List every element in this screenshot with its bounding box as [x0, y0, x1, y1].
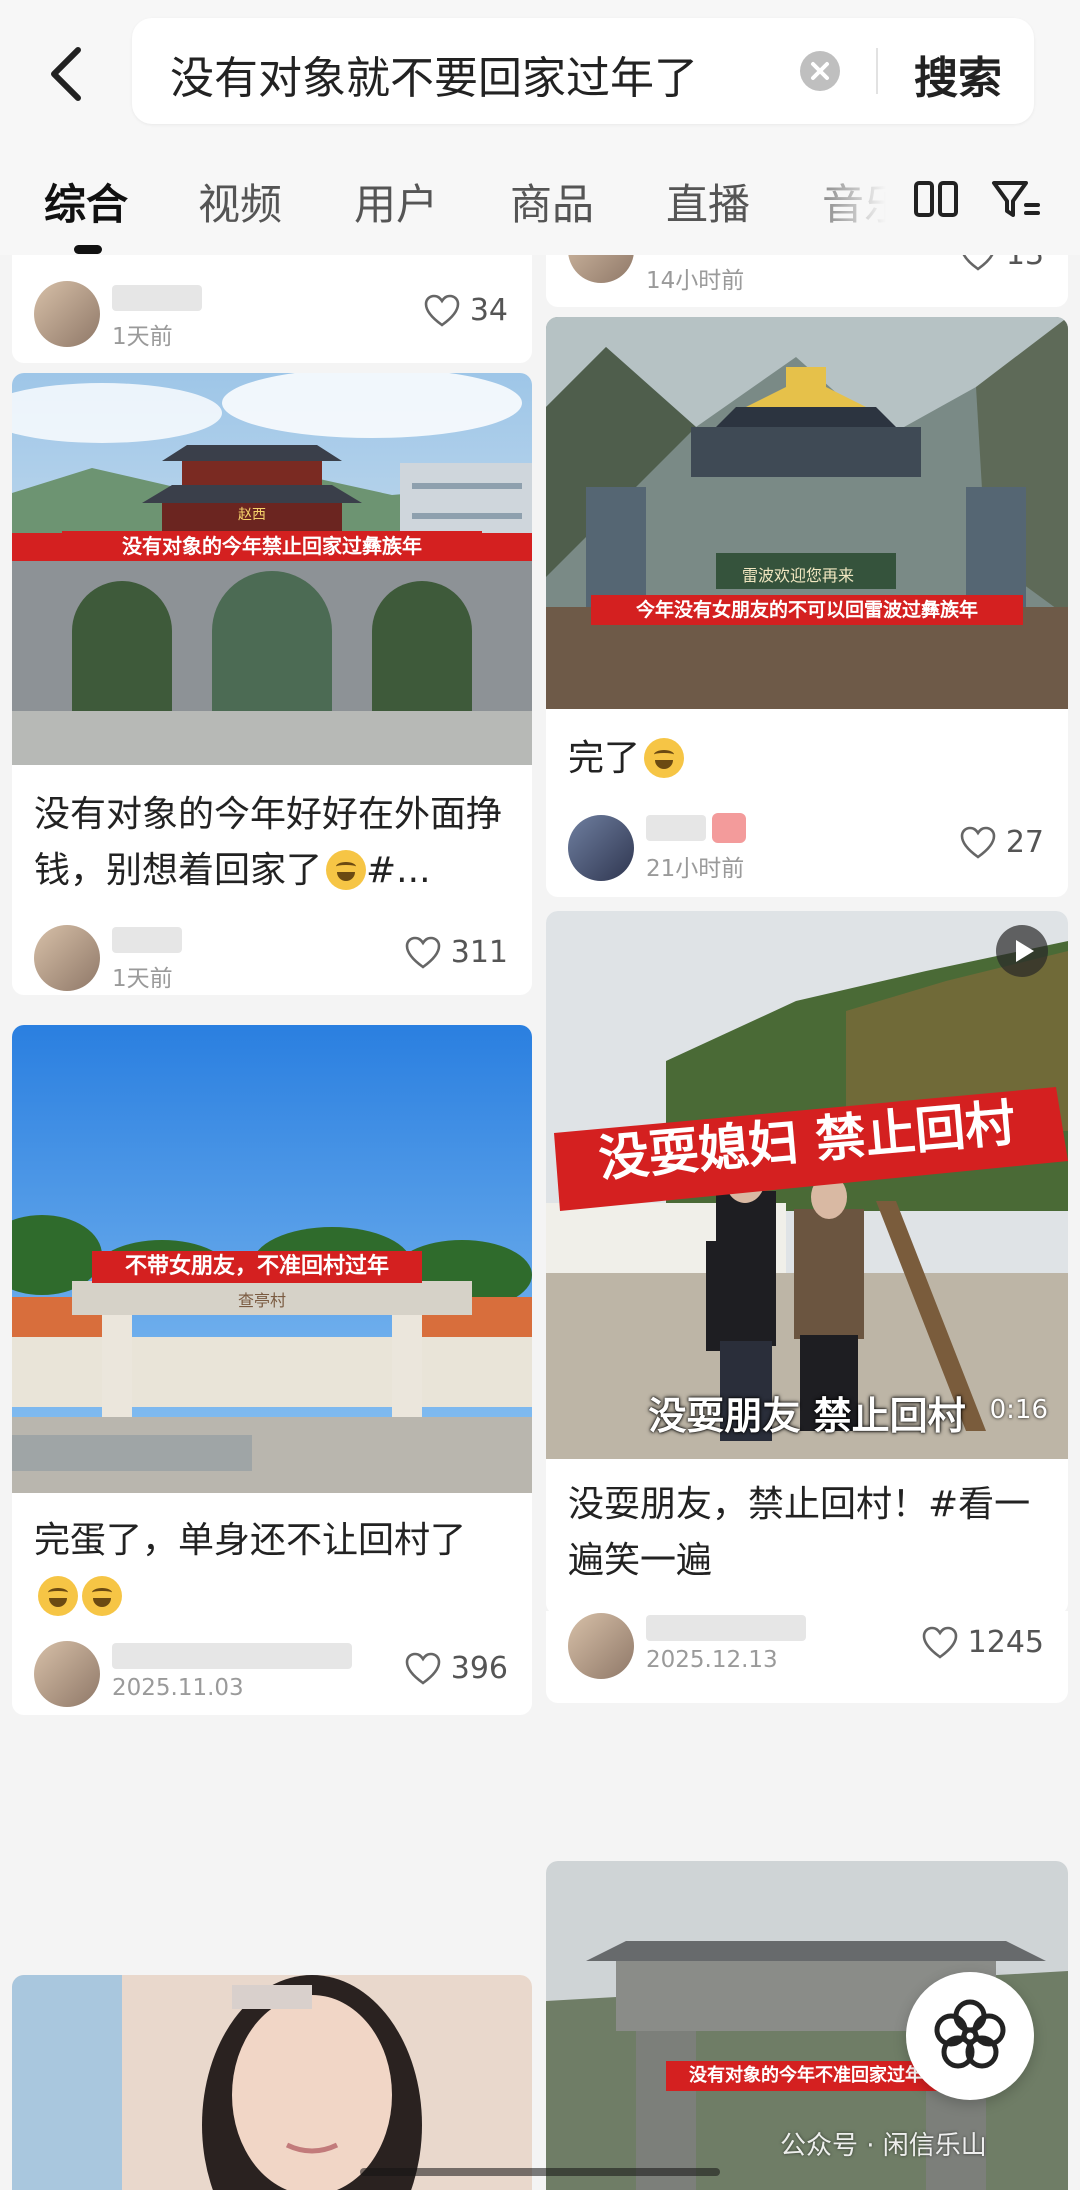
filter-icon[interactable] [990, 175, 1042, 223]
post-title-text: 完蛋了，单身还不让回村了 [34, 1520, 467, 1561]
heart-icon [962, 255, 993, 271]
post-title[interactable]: 完了 [568, 731, 1046, 787]
tab-all[interactable]: 综合 [44, 171, 128, 232]
post-title-text: 没耍朋友，禁止回村！#看一遍笑一遍 [568, 1484, 1031, 1581]
weary-emoji [644, 738, 685, 778]
result-card[interactable]: 没有对象的今年禁止回家过彝族年 赵西 没有对象的今年好好在外面挣钱，别想着回家了… [12, 373, 532, 995]
banner-text: 今年没有女朋友的不可以回雷波过彝族年 [591, 595, 1023, 625]
heart-icon [922, 1626, 957, 1659]
post-title[interactable]: 没耍朋友，禁止回村！#看一遍笑一遍 [568, 1477, 1046, 1615]
video-duration: 0:16 [989, 1395, 1048, 1425]
banner-text: 没有对象的今年不准回家过年 [666, 2061, 946, 2091]
post-time: 2025.12.13 [646, 1647, 778, 1673]
username-redacted[interactable] [646, 813, 746, 843]
heart-icon [960, 826, 996, 859]
tab-video[interactable]: 视频 [198, 171, 282, 232]
result-card[interactable]: 1天前 34 [12, 255, 532, 363]
result-card[interactable]: 14小时前 13 [546, 255, 1068, 307]
post-title[interactable]: 完蛋了，单身还不让回村了 [34, 1513, 510, 1625]
gate-photo [12, 373, 532, 765]
search-query[interactable]: 没有对象就不要回家过年了 [170, 42, 698, 106]
laughing-emoji [38, 1576, 78, 1616]
like-button[interactable]: 396 [405, 1651, 508, 1686]
gate-sign: 赵西 [238, 507, 266, 523]
banner-text: 没有对象的今年禁止回家过彝族年 [62, 531, 482, 561]
avatar[interactable] [34, 1641, 100, 1707]
like-count: 27 [1005, 825, 1044, 860]
avatar[interactable] [568, 815, 634, 881]
tab-live[interactable]: 直播 [666, 171, 750, 232]
home-indicator[interactable] [360, 2168, 720, 2176]
post-time: 1天前 [112, 966, 173, 992]
chevron-left-icon [51, 47, 81, 101]
like-button[interactable]: 13 [960, 255, 1044, 272]
avatar[interactable] [34, 281, 100, 347]
double-column-icon[interactable] [912, 175, 960, 223]
like-button[interactable]: 1245 [922, 1625, 1044, 1660]
username-redacted[interactable] [112, 927, 182, 953]
like-count: 1245 [967, 1625, 1044, 1660]
flower-button[interactable] [906, 1972, 1034, 2100]
avatar[interactable] [568, 255, 634, 283]
heart-icon [405, 1652, 441, 1685]
post-time: 21小时前 [646, 856, 745, 882]
username-redacted[interactable] [646, 1615, 806, 1641]
hashtag-truncated: #... [366, 850, 431, 891]
active-tab-indicator [74, 245, 102, 254]
clear-icon[interactable] [800, 51, 840, 91]
like-count: 34 [469, 293, 508, 328]
avatar[interactable] [34, 925, 100, 991]
post-title[interactable]: 没有对象的今年好好在外面挣钱，别想着回家了 #... [34, 787, 510, 899]
gate-photo [546, 317, 1068, 709]
watermark: 公众号 · 闲信乐山 [780, 2131, 987, 2161]
result-card[interactable] [12, 1975, 532, 2190]
like-button[interactable]: 311 [405, 935, 508, 970]
results-feed: 1天前 34 没有对象的今年禁止回家过彝族年 赵西 没有对象的今年好好在外面挣钱… [0, 255, 1080, 2190]
portrait-photo [12, 1975, 532, 2190]
search-box[interactable]: 没有对象就不要回家过年了 搜索 [132, 18, 1034, 124]
post-image[interactable]: 今年没有女朋友的不可以回雷波过彝族年 雷波欢迎您再来 [546, 317, 1068, 709]
search-button[interactable]: 搜索 [914, 42, 1002, 106]
username-redacted[interactable] [112, 285, 202, 311]
heart-icon [405, 936, 441, 969]
laughing-emoji [82, 1576, 122, 1616]
back-button[interactable] [38, 38, 98, 108]
result-card[interactable]: 没耍媳妇 禁止回村 没耍朋友 禁止回村 0:16 没耍朋友，禁止回村！#看一遍笑… [546, 911, 1068, 1615]
like-count: 13 [1006, 255, 1044, 272]
post-image[interactable]: 没有对象的今年禁止回家过彝族年 赵西 [12, 373, 532, 765]
tab-products[interactable]: 商品 [510, 171, 594, 232]
flower-icon [934, 1999, 1006, 2069]
like-count: 311 [450, 935, 508, 970]
top-bar: 没有对象就不要回家过年了 搜索 综合 视频 用户 商品 直播 音乐 [0, 0, 1080, 255]
play-icon[interactable] [996, 925, 1048, 977]
post-time: 14小时前 [646, 268, 745, 294]
like-button[interactable]: 27 [960, 825, 1044, 860]
heart-icon [424, 294, 460, 327]
card-footer: 2025.12.13 1245 [546, 1611, 1068, 1703]
avatar[interactable] [568, 1613, 634, 1679]
post-image[interactable]: 不带女朋友，不准回村过年 查亭村 [12, 1025, 532, 1493]
tab-fade [790, 165, 910, 245]
post-image[interactable] [12, 1975, 532, 2190]
like-button[interactable]: 34 [424, 293, 508, 328]
result-card[interactable]: 不带女朋友，不准回村过年 查亭村 完蛋了，单身还不让回村了 2025.11.03… [12, 1025, 532, 1715]
gate-sign: 雷波欢迎您再来 [742, 566, 855, 585]
result-card[interactable]: 今年没有女朋友的不可以回雷波过彝族年 雷波欢迎您再来 完了 21小时前 27 [546, 317, 1068, 897]
tab-users[interactable]: 用户 [354, 171, 438, 232]
like-count: 396 [450, 1651, 508, 1686]
post-time: 1天前 [112, 324, 173, 350]
post-title-text: 完了 [568, 738, 641, 779]
post-title-text: 没有对象的今年好好在外面挣钱，别想着回家了 [34, 794, 503, 891]
banner-text: 不带女朋友，不准回村过年 [92, 1251, 422, 1283]
username-redacted[interactable] [112, 1643, 352, 1669]
search-divider [876, 48, 878, 94]
post-time: 2025.11.03 [112, 1675, 244, 1701]
laughing-emoji [326, 850, 367, 890]
gate-sign: 查亭村 [238, 1291, 287, 1310]
result-tabs: 综合 视频 用户 商品 直播 音乐 [0, 165, 1080, 254]
